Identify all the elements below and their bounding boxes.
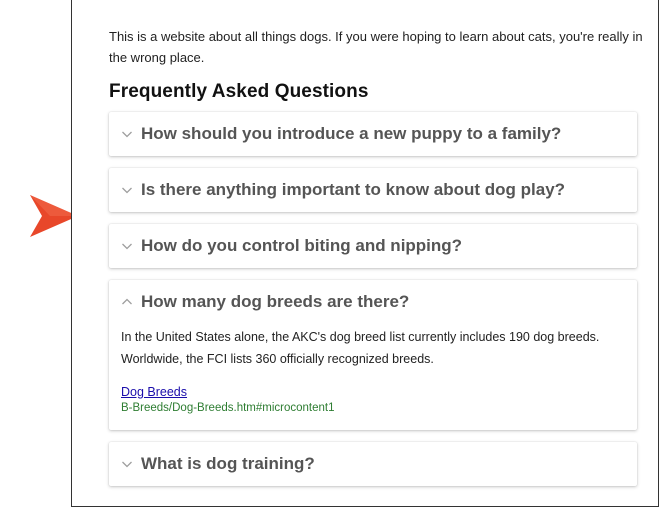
dog-breeds-link[interactable]: Dog Breeds <box>121 385 187 399</box>
faq-question-text: How do you control biting and nipping? <box>141 236 463 255</box>
chevron-down-icon <box>122 187 132 194</box>
faq-question-toggle[interactable]: Is there anything important to know abou… <box>121 168 565 212</box>
faq-question-toggle[interactable]: What is dog training? <box>121 442 315 486</box>
faq-item[interactable]: Is there anything important to know abou… <box>109 168 637 212</box>
faq-question-text: Is there anything important to know abou… <box>141 180 566 199</box>
faq-question-toggle[interactable]: How should you introduce a new puppy to … <box>121 112 561 156</box>
chevron-down-icon <box>122 243 132 250</box>
faq-item-expanded[interactable]: How many dog breeds are there? In the Un… <box>109 280 637 430</box>
chevron-down-icon <box>122 131 132 138</box>
faq-question-text: How should you introduce a new puppy to … <box>141 124 562 143</box>
faq-question-text: How many dog breeds are there? <box>141 292 410 311</box>
faq-item[interactable]: How should you introduce a new puppy to … <box>109 112 637 156</box>
faq-item[interactable]: What is dog training? <box>109 442 637 486</box>
chevron-up-icon <box>122 298 132 305</box>
faq-item[interactable]: How do you control biting and nipping? <box>109 224 637 268</box>
faq-answer-text: In the United States alone, the AKC's do… <box>121 330 600 366</box>
chevron-down-icon <box>122 461 132 468</box>
faq-question-toggle[interactable]: How do you control biting and nipping? <box>121 224 462 268</box>
intro-paragraph: This is a website about all things dogs.… <box>109 29 643 65</box>
page-frame: This is a website about all things dogs.… <box>71 0 659 507</box>
faq-question-text: What is dog training? <box>141 454 315 473</box>
link-path: B-Breeds/Dog-Breeds.htm#microcontent1 <box>121 402 335 414</box>
faq-question-toggle[interactable]: How many dog breeds are there? <box>121 280 409 324</box>
screenshot-canvas: This is a website about all things dogs.… <box>0 0 660 508</box>
faq-heading: Frequently Asked Questions <box>109 81 369 102</box>
